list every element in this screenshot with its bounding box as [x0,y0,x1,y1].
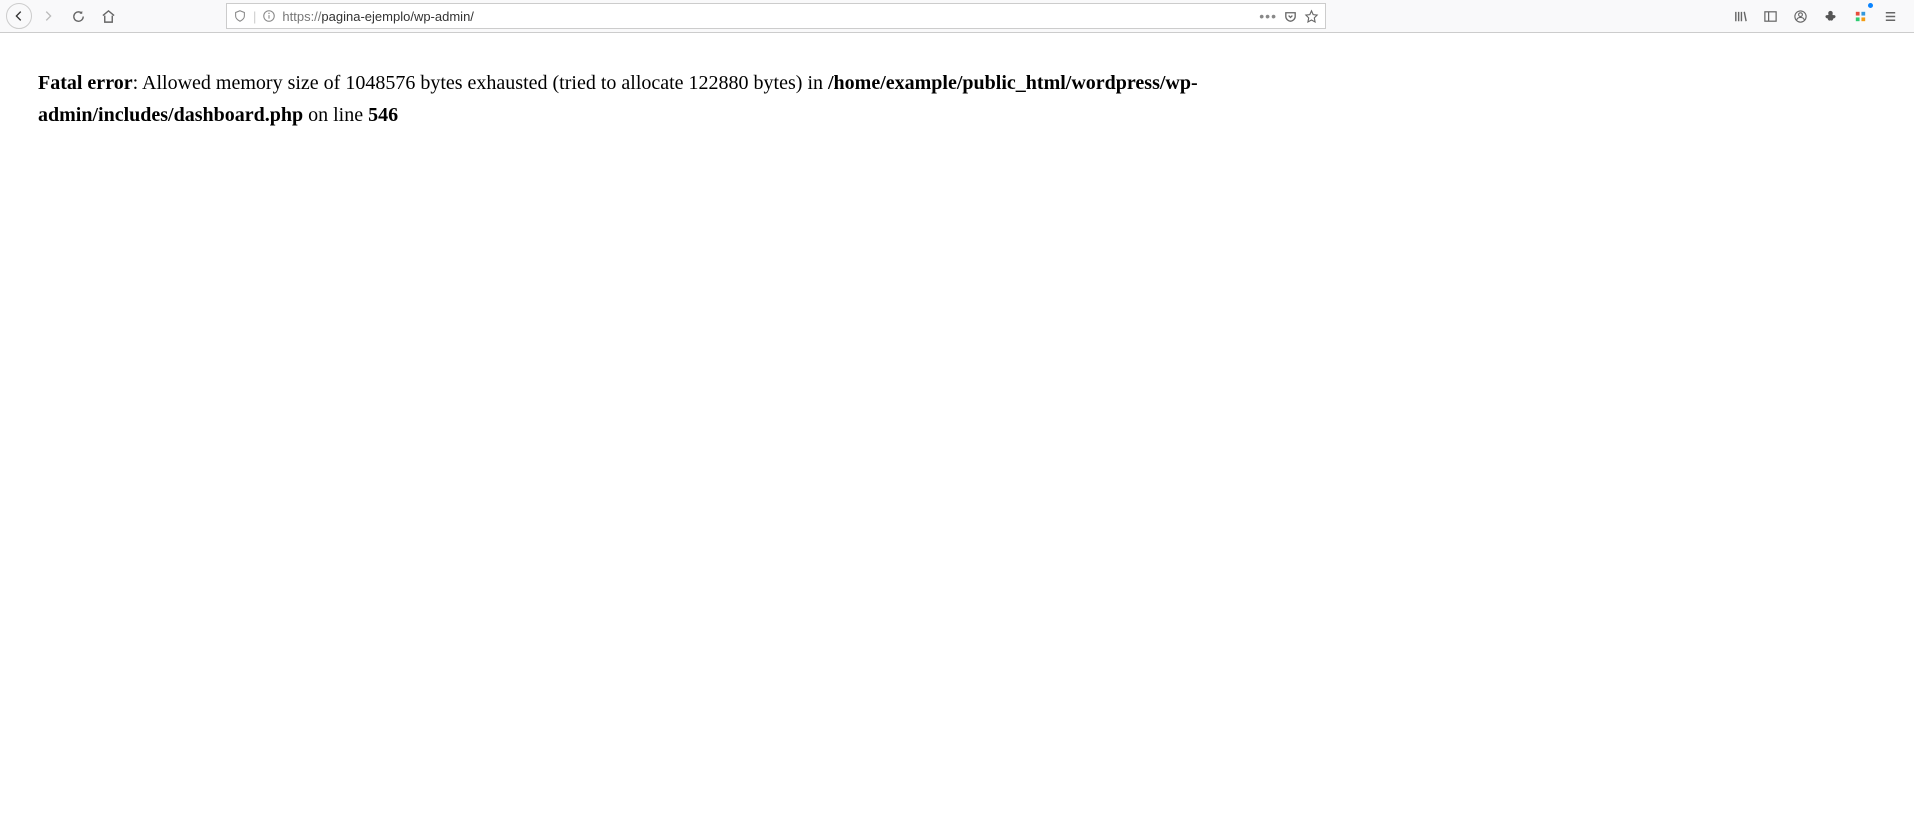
vertical-divider: | [253,9,256,24]
url-path: /wp-admin/ [410,9,474,24]
info-icon[interactable] [262,9,276,23]
pocket-icon[interactable] [1283,9,1298,24]
url-bar[interactable]: | https://pagina-ejemplo/wp-admin/ ••• [226,3,1326,29]
shield-icon [233,9,247,23]
error-on-line: on line [303,104,368,126]
reload-button[interactable] [64,2,92,30]
error-text: : Allowed memory size of 1048576 bytes e… [133,72,828,94]
toolbar-right-actions [1728,4,1908,28]
bookmark-star-icon[interactable] [1304,9,1319,24]
account-icon[interactable] [1788,4,1812,28]
page-content: Fatal error: Allowed memory size of 1048… [0,33,1280,165]
extension-icon-2[interactable] [1848,4,1872,28]
library-icon[interactable] [1728,4,1752,28]
notification-dot [1868,3,1873,8]
error-label: Fatal error [38,72,133,94]
home-button[interactable] [94,2,122,30]
url-bar-actions: ••• [1259,8,1319,24]
back-button[interactable] [6,3,32,29]
menu-button[interactable] [1878,4,1902,28]
url-text: https://pagina-ejemplo/wp-admin/ [282,9,1253,24]
extension-icon-1[interactable] [1818,4,1842,28]
url-domain: pagina-ejemplo [321,9,410,24]
forward-button[interactable] [34,2,62,30]
error-message: Fatal error: Allowed memory size of 1048… [38,67,1242,131]
url-protocol: https:// [282,9,321,24]
error-line-number: 546 [368,104,398,126]
browser-toolbar: | https://pagina-ejemplo/wp-admin/ ••• [0,0,1914,33]
more-icon[interactable]: ••• [1259,8,1277,24]
nav-buttons [6,2,122,30]
sidebar-icon[interactable] [1758,4,1782,28]
